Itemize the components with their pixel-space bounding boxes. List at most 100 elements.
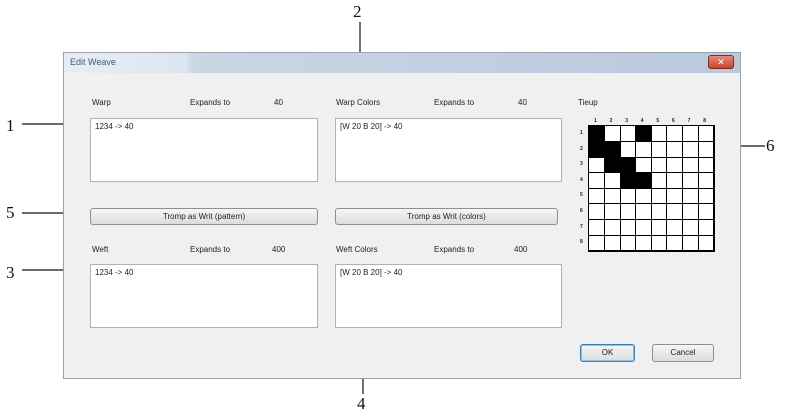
- tieup-cell[interactable]: [651, 126, 668, 143]
- tieup-cell[interactable]: [589, 204, 606, 221]
- tieup-row-label: 1: [580, 130, 583, 136]
- tieup-cell[interactable]: [635, 172, 652, 189]
- tieup-cell[interactable]: [635, 204, 652, 221]
- weft-colors-input[interactable]: [W 20 B 20] -> 40: [335, 264, 562, 328]
- tieup-cell[interactable]: [667, 126, 684, 143]
- tieup-cell[interactable]: [682, 204, 699, 221]
- tieup-cell[interactable]: [635, 141, 652, 158]
- tromp-pattern-button[interactable]: Tromp as Writ (pattern): [90, 208, 318, 225]
- tieup-cell[interactable]: [698, 235, 715, 252]
- tieup-cell[interactable]: [698, 172, 715, 189]
- tieup-cell[interactable]: [604, 235, 621, 252]
- tieup-grid[interactable]: [588, 125, 715, 252]
- tieup-cell[interactable]: [651, 204, 668, 221]
- tieup-cell[interactable]: [698, 141, 715, 158]
- tieup-row-label: 5: [580, 192, 583, 199]
- tieup-cell[interactable]: [698, 219, 715, 236]
- tieup-cell[interactable]: [698, 188, 715, 205]
- tieup-cell[interactable]: [667, 219, 684, 236]
- warp-colors-input[interactable]: [W 20 B 20] -> 40: [335, 118, 562, 182]
- tieup-cell[interactable]: [635, 188, 652, 205]
- tieup-cell[interactable]: [589, 157, 606, 174]
- title-bar[interactable]: Edit Weave ✕: [64, 53, 740, 73]
- tieup-cell[interactable]: [620, 126, 637, 143]
- tieup-cell[interactable]: [620, 204, 637, 221]
- tieup-cell[interactable]: [682, 157, 699, 174]
- tieup-column-label: 5: [656, 118, 660, 124]
- tieup-cell[interactable]: [589, 219, 606, 236]
- tieup-cell[interactable]: [698, 157, 715, 174]
- tieup-cell[interactable]: [667, 172, 684, 189]
- weft-colors-expands-value: 400: [514, 245, 528, 254]
- warp-expands-label: Expands to: [190, 98, 231, 107]
- tieup-row-label: 7: [580, 223, 583, 230]
- tieup-row-label: 3: [580, 161, 583, 168]
- tieup-cell[interactable]: [620, 172, 637, 189]
- tieup-cell[interactable]: [620, 157, 637, 174]
- tieup-cell[interactable]: [604, 141, 621, 158]
- callout-2: 2: [353, 2, 362, 21]
- tieup-cell[interactable]: [682, 141, 699, 158]
- tromp-colors-button[interactable]: Tromp as Writ (colors): [335, 208, 558, 225]
- tieup-row-label: 6: [580, 208, 583, 214]
- close-button[interactable]: ✕: [708, 55, 734, 69]
- tieup-cell[interactable]: [667, 188, 684, 205]
- tieup-cell[interactable]: [620, 219, 637, 236]
- tieup-cell[interactable]: [589, 188, 606, 205]
- tieup-cell[interactable]: [604, 188, 621, 205]
- tieup-cell[interactable]: [651, 219, 668, 236]
- tieup-cell[interactable]: [620, 141, 637, 158]
- tieup-cell[interactable]: [589, 141, 606, 158]
- callout-1: 1: [6, 116, 15, 135]
- tieup-row-label: 8: [580, 239, 583, 246]
- tieup-cell[interactable]: [667, 157, 684, 174]
- weft-input[interactable]: 1234 -> 40: [90, 264, 318, 328]
- warp-colors-label: Warp Colors: [336, 98, 381, 107]
- tieup-cell[interactable]: [651, 188, 668, 205]
- tieup-cell[interactable]: [604, 126, 621, 143]
- warp-colors-expands-label: Expands to: [434, 98, 475, 107]
- tieup-cell[interactable]: [635, 219, 652, 236]
- tieup-cell[interactable]: [604, 219, 621, 236]
- tieup-column-label: 1: [594, 118, 597, 124]
- tieup-cell[interactable]: [589, 126, 606, 143]
- tieup-cell[interactable]: [682, 219, 699, 236]
- tieup-column-label: 7: [687, 118, 691, 124]
- tieup-cell[interactable]: [635, 126, 652, 143]
- tieup-cell[interactable]: [682, 126, 699, 143]
- callout-3: 3: [6, 263, 15, 282]
- tieup-cell[interactable]: [589, 235, 606, 252]
- warp-colors-input-text: [W 20 B 20] -> 40: [340, 122, 403, 131]
- tieup-cell[interactable]: [682, 188, 699, 205]
- callout-4: 4: [357, 394, 366, 413]
- tieup-label: Tieup: [578, 98, 598, 107]
- tieup-cell[interactable]: [635, 235, 652, 252]
- ok-button[interactable]: OK: [580, 344, 635, 362]
- tieup-cell[interactable]: [651, 235, 668, 252]
- tieup-column-label: 6: [672, 118, 675, 124]
- tieup-cell[interactable]: [667, 235, 684, 252]
- tieup-cell[interactable]: [651, 157, 668, 174]
- cancel-button[interactable]: Cancel: [652, 344, 714, 362]
- tieup-cell[interactable]: [604, 172, 621, 189]
- weft-input-text: 1234 -> 40: [95, 268, 134, 277]
- tieup-cell[interactable]: [682, 235, 699, 252]
- tieup-cell[interactable]: [604, 157, 621, 174]
- tieup-cell[interactable]: [604, 204, 621, 221]
- tieup-cell[interactable]: [667, 204, 684, 221]
- tieup-column-label: 3: [625, 118, 628, 124]
- tieup-cell[interactable]: [698, 126, 715, 143]
- close-icon: ✕: [717, 57, 725, 67]
- callout-5: 5: [6, 203, 15, 222]
- tieup-cell[interactable]: [620, 188, 637, 205]
- tieup-cell[interactable]: [635, 157, 652, 174]
- tieup-cell[interactable]: [698, 204, 715, 221]
- tieup-cell[interactable]: [682, 172, 699, 189]
- tieup-cell[interactable]: [651, 141, 668, 158]
- warp-input[interactable]: 1234 -> 40: [90, 118, 318, 182]
- weft-colors-label: Weft Colors: [336, 245, 378, 254]
- tieup-cell[interactable]: [620, 235, 637, 252]
- tieup-cell[interactable]: [589, 172, 606, 189]
- tieup-cell[interactable]: [651, 172, 668, 189]
- tieup-cell[interactable]: [667, 141, 684, 158]
